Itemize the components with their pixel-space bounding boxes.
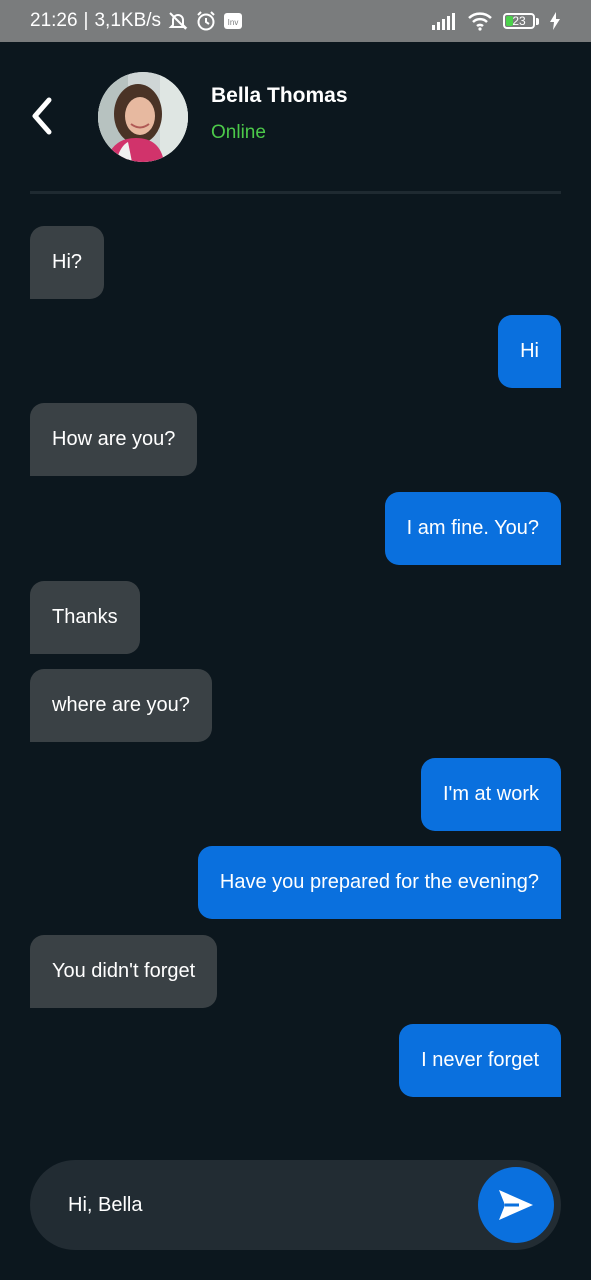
message-text: where are you? [52,694,190,716]
header-divider [30,191,561,194]
message-text: Thanks [52,606,118,628]
signal-icon [431,12,457,30]
message-text: You didn't forget [52,960,196,982]
network-speed: 3,1KB/s [94,10,162,31]
chat-header: Bella Thomas Online [0,42,591,192]
message-outgoing[interactable]: Hi [498,315,561,388]
status-bar: 21:26 | 3,1KB/s Inv 23 [0,0,591,42]
status-time: 21:26 [30,10,78,31]
battery-level: 23 [512,14,526,28]
message-text: I am fine. You? [406,517,539,539]
avatar[interactable] [98,72,188,162]
battery-icon: 23 [503,13,535,29]
message-outgoing[interactable]: I never forget [399,1024,561,1097]
message-incoming[interactable]: You didn't forget [30,935,218,1008]
status-separator: | [83,10,89,31]
message-text: How are you? [52,428,176,450]
message-composer [30,1160,561,1250]
contact-name: Bella Thomas [211,84,348,107]
battery-tip [536,17,539,25]
message-text: Have you prepared for the evening? [219,871,539,893]
chevron-left-icon [32,97,52,135]
message-text: Hi [520,340,539,362]
svg-text:Inv: Inv [228,18,239,27]
message-text: Hi? [52,251,83,273]
contact-status: Online [211,122,266,143]
charging-icon [549,12,561,30]
wifi-icon [467,11,493,31]
message-text: I'm at work [442,783,539,805]
app-icon: Inv [223,11,243,31]
message-outgoing[interactable]: Have you prepared for the evening? [197,846,561,919]
alarm-icon [195,10,217,32]
message-input[interactable] [68,1182,468,1228]
back-button[interactable] [22,94,62,138]
message-outgoing[interactable]: I am fine. You? [384,492,561,565]
message-text: I never forget [421,1049,539,1071]
message-incoming[interactable]: Hi? [30,226,105,299]
send-icon [499,1190,533,1220]
message-incoming[interactable]: How are you? [30,403,198,476]
send-button[interactable] [478,1167,554,1243]
message-outgoing[interactable]: I'm at work [420,758,561,831]
message-incoming[interactable]: Thanks [30,581,140,654]
mute-bell-icon [167,10,189,32]
message-incoming[interactable]: where are you? [30,669,212,742]
